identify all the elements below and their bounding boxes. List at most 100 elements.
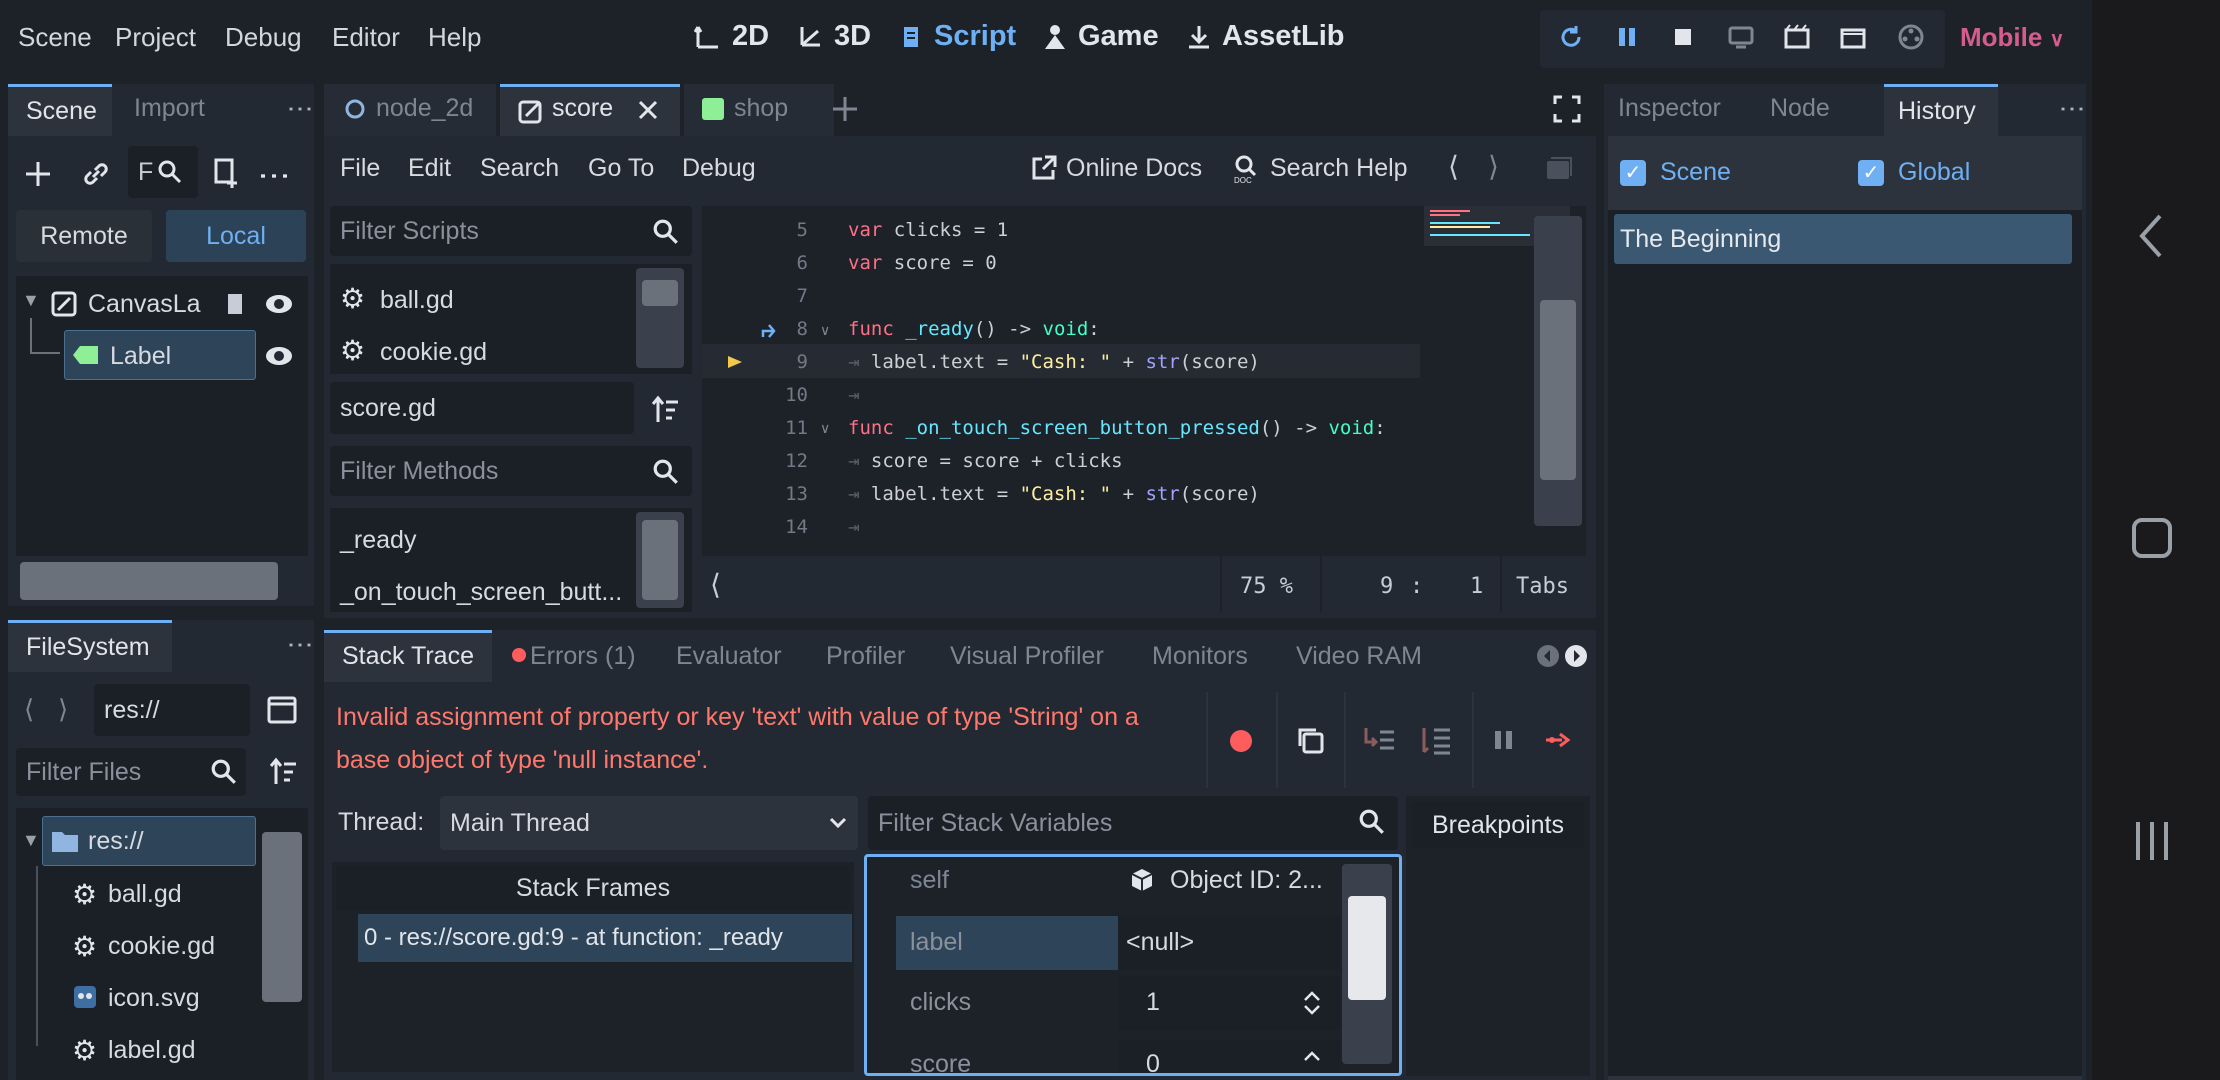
file-item[interactable]: icon.svg [108,984,200,1013]
break-icon[interactable] [1490,726,1518,754]
sort-icon[interactable] [268,756,300,788]
stack-frame-row[interactable]: 0 - res://score.gd:9 - at function: _rea… [358,914,852,962]
scene-tree-hscroll[interactable] [20,562,278,600]
script-menu-goto[interactable]: Go To [588,154,654,183]
file-item[interactable]: ball.gd [108,880,182,909]
nav-back-icon[interactable]: ⟨ [24,694,34,725]
scroll-left-icon[interactable] [1536,644,1560,668]
filter-stack-vars-input[interactable]: Filter Stack Variables [868,796,1398,850]
copy-icon[interactable] [1294,724,1326,756]
menu-debug[interactable]: Debug [225,22,302,53]
menu-scene[interactable]: Scene [18,22,92,53]
link-icon[interactable] [80,158,112,190]
workspace-3d-button[interactable]: 3D [796,20,871,53]
add-tab-icon[interactable] [830,94,860,124]
filesystem-menu-icon[interactable]: ⋮ [286,632,316,658]
script-attached-icon[interactable] [222,290,250,318]
tab-errors[interactable]: Errors (1) [530,642,636,671]
tab-video-ram[interactable]: Video RAM [1296,642,1422,671]
method-item[interactable]: _ready [340,526,416,555]
stop-icon[interactable] [1668,22,1698,52]
play-scene-icon[interactable] [1782,22,1812,52]
scripts-list-thumb[interactable] [642,280,678,306]
remote-debug-icon[interactable] [1726,22,1756,52]
file-tree-vscroll[interactable] [262,832,302,1002]
tab-history[interactable]: History [1884,84,1998,136]
zoom-level[interactable]: 75 % [1240,574,1293,599]
file-item[interactable]: label.gd [108,1036,196,1065]
toggle-panel-icon[interactable]: ⟨ [710,568,721,601]
distraction-free-icon[interactable] [1552,94,1582,124]
history-item[interactable]: The Beginning [1614,214,2072,264]
method-item[interactable]: _on_touch_screen_butt... [340,578,622,607]
indent-mode[interactable]: Tabs [1516,574,1569,599]
workspace-assetlib-button[interactable]: AssetLib [1186,20,1344,53]
vars-vscroll-thumb[interactable] [1348,896,1386,1000]
tab-filesystem[interactable]: FileSystem [8,620,172,672]
methods-list-thumb[interactable] [642,520,678,600]
renderer-select[interactable]: Mobile ∨ [1960,22,2064,53]
continue-icon[interactable] [1544,726,1574,754]
script-menu-search[interactable]: Search [480,154,559,183]
recents-nav-icon[interactable] [2130,818,2174,864]
attach-script-icon[interactable] [210,156,242,190]
menu-help[interactable]: Help [428,22,481,53]
script-menu-edit[interactable]: Edit [408,154,451,183]
filter-methods-input[interactable]: Filter Methods [330,446,692,496]
reload-icon[interactable] [1556,22,1586,52]
tab-node[interactable]: Node [1770,94,1830,123]
history-back-icon[interactable]: ⟨ [1448,150,1459,183]
pause-icon[interactable] [1612,22,1642,52]
file-item[interactable]: cookie.gd [108,932,215,961]
layout-toggle-icon[interactable] [266,694,298,726]
connected-signal-icon[interactable] [760,320,780,340]
history-dock-menu-icon[interactable]: ⋮ [2058,96,2088,122]
workspace-script-button[interactable]: Script [898,20,1016,53]
toggle-scripts-panel-icon[interactable] [1544,154,1574,182]
collapse-arrow-icon[interactable]: ▼ [22,290,40,311]
tab-visual-profiler[interactable]: Visual Profiler [950,642,1104,671]
workspace-game-button[interactable]: Game [1042,20,1159,53]
scene-options-icon[interactable]: ⋮ [257,160,293,192]
spinner-arrows-icon[interactable] [1302,1048,1322,1078]
tab-inspector[interactable]: Inspector [1618,94,1721,123]
movie-maker-icon[interactable] [1896,22,1926,52]
workspace-2d-button[interactable]: 2D [694,20,769,53]
var-value[interactable]: Object ID: 2... [1170,866,1323,895]
step-over-icon[interactable] [1420,724,1454,756]
menu-project[interactable]: Project [115,22,196,53]
path-input[interactable]: res:// [94,684,250,736]
tab-monitors[interactable]: Monitors [1152,642,1248,671]
search-help-link[interactable]: Search Help [1270,154,1408,183]
sort-icon[interactable] [650,394,682,426]
filter-scripts-input[interactable]: Filter Scripts [330,206,692,256]
global-checkbox[interactable]: ✓ [1858,160,1884,186]
local-button[interactable]: Local [166,210,306,262]
close-icon[interactable] [636,98,660,122]
tree-node-canvaslayer[interactable]: CanvasLa [88,290,201,319]
back-nav-icon[interactable] [2134,212,2168,260]
code-vscroll-thumb[interactable] [1540,300,1576,480]
scroll-right-icon[interactable] [1564,644,1588,668]
record-icon[interactable] [1226,726,1256,756]
tab-import[interactable]: Import [134,94,205,123]
nav-forward-icon[interactable]: ⟩ [58,694,68,725]
scene-checkbox[interactable]: ✓ [1620,160,1646,186]
play-custom-scene-icon[interactable] [1838,22,1868,52]
tab-scene[interactable]: Scene [8,84,112,136]
add-node-icon[interactable] [22,158,54,190]
script-item[interactable]: cookie.gd [380,338,487,367]
online-docs-link[interactable]: Online Docs [1066,154,1202,183]
fold-arrow-icon[interactable]: ∨ [820,322,830,339]
visibility-eye-icon[interactable] [264,292,294,316]
remote-button[interactable]: Remote [16,210,152,262]
script-menu-file[interactable]: File [340,154,380,183]
thread-select[interactable]: Main Thread [440,796,858,850]
script-item[interactable]: ball.gd [380,286,454,315]
step-into-icon[interactable] [1362,724,1396,756]
menu-editor[interactable]: Editor [332,22,400,53]
tab-evaluator[interactable]: Evaluator [676,642,782,671]
history-forward-icon[interactable]: ⟩ [1488,150,1499,183]
visibility-eye-icon[interactable] [264,344,294,368]
home-nav-icon[interactable] [2130,516,2174,560]
